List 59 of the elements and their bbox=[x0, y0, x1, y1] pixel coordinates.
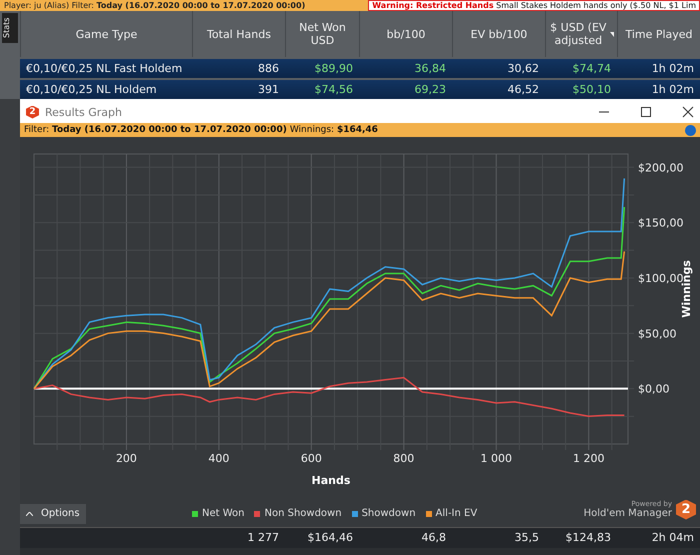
product-name: Hold'em Manager bbox=[584, 508, 672, 519]
axis-label: 400 bbox=[208, 452, 230, 465]
winnings-text: Winnings: $164,46 bbox=[290, 125, 378, 135]
axis-label: $50,00 bbox=[638, 327, 676, 340]
table-cell-text: 886 bbox=[257, 61, 280, 77]
axis-label: $200,00 bbox=[638, 161, 684, 174]
filter-text: Filter: Today (16.07.2020 00:00 to 17.07.2020 00:00) bbox=[24, 125, 287, 135]
legend-label: Net Won bbox=[202, 508, 244, 519]
table-cell-text: $89,90 bbox=[314, 61, 354, 77]
column-header[interactable]: $ USD (EV adjusted bbox=[545, 11, 617, 57]
table-cell-text: €0,10/€0,25 NL Holdem bbox=[25, 82, 158, 98]
table-row[interactable]: €0,10/€0,25 NL Fast Holdem 886 $89,90 36,84 30,62 $74,74 1h 02m bbox=[20, 59, 700, 78]
table-cell-text: $74,56 bbox=[314, 82, 354, 98]
legend-label: All-In EV bbox=[436, 508, 478, 519]
maximize-icon[interactable] bbox=[640, 106, 652, 118]
table-cell-text: 46,52 bbox=[506, 82, 540, 98]
table-cell-text: 391 bbox=[257, 82, 280, 98]
table-cell-text: 30,62 bbox=[506, 61, 540, 77]
options-button[interactable]: Options bbox=[20, 504, 86, 524]
column-header[interactable]: Total Hands bbox=[192, 11, 285, 57]
column-header[interactable]: Time Played bbox=[617, 11, 700, 57]
axis-label: 200 bbox=[116, 452, 137, 465]
table-cell-text: 36,84 bbox=[414, 61, 447, 77]
legend-label: Non Showdown bbox=[264, 508, 342, 519]
column-header[interactable]: bb/100 bbox=[359, 11, 452, 57]
app-logo: 2 bbox=[26, 106, 39, 118]
table-cell-text: $74,74 bbox=[572, 61, 612, 77]
axis-label: 600 bbox=[300, 452, 322, 465]
summary-cell-text: $164,46 bbox=[306, 530, 354, 546]
legend-label: Showdown bbox=[362, 508, 416, 519]
table-cell-text: $50,10 bbox=[572, 82, 612, 98]
table-row[interactable]: €0,10/€0,25 NL Holdem 391 $74,56 69,23 46,52 $50,10 1h 02m bbox=[20, 80, 700, 99]
table-cell-text: 1h 02m bbox=[650, 61, 695, 77]
axis-label: 1 200 bbox=[572, 452, 604, 465]
column-header[interactable]: Game Type bbox=[20, 11, 192, 57]
stats-tab[interactable]: Stats bbox=[2, 13, 18, 43]
product-logo: 2 bbox=[676, 500, 696, 520]
summary-cell-text: $124,83 bbox=[564, 530, 612, 546]
axis-label: 800 bbox=[393, 452, 414, 465]
table-cell-text: 1h 02m bbox=[650, 82, 695, 98]
axis-label: 1 000 bbox=[480, 452, 512, 465]
chevron-icon bbox=[26, 512, 33, 516]
axis-label: $150,00 bbox=[638, 216, 684, 230]
caret-icon[interactable] bbox=[610, 32, 614, 36]
summary-cell-text: 35,5 bbox=[514, 530, 540, 546]
close-icon[interactable] bbox=[682, 106, 694, 118]
player-filter-text: Player: ju (Alias) Filter: Today (16.07.2020 00:00 to 17.07.2020 00:00) bbox=[3, 0, 306, 11]
help-icon[interactable] bbox=[685, 124, 696, 136]
summary-cell-text: 1 277 bbox=[246, 530, 280, 546]
table-cell-text: €0,10/€0,25 NL Fast Holdem bbox=[25, 61, 184, 77]
axis-title: Hands bbox=[312, 474, 350, 487]
axis-label: $0,00 bbox=[638, 382, 670, 396]
column-header[interactable]: Net Won USD bbox=[285, 11, 359, 57]
warning-banner: Warning: Restricted Hands Small Stakes Holdem hands only ($.50 NL, $1 Lim bbox=[368, 0, 700, 11]
window-title: Results Graph bbox=[45, 106, 123, 118]
column-header[interactable]: EV bb/100 bbox=[452, 11, 545, 57]
summary-cell-text: 2h 04m bbox=[650, 530, 695, 546]
table-cell-text: 69,23 bbox=[414, 82, 447, 98]
summary-cell-text: 46,8 bbox=[420, 530, 447, 546]
